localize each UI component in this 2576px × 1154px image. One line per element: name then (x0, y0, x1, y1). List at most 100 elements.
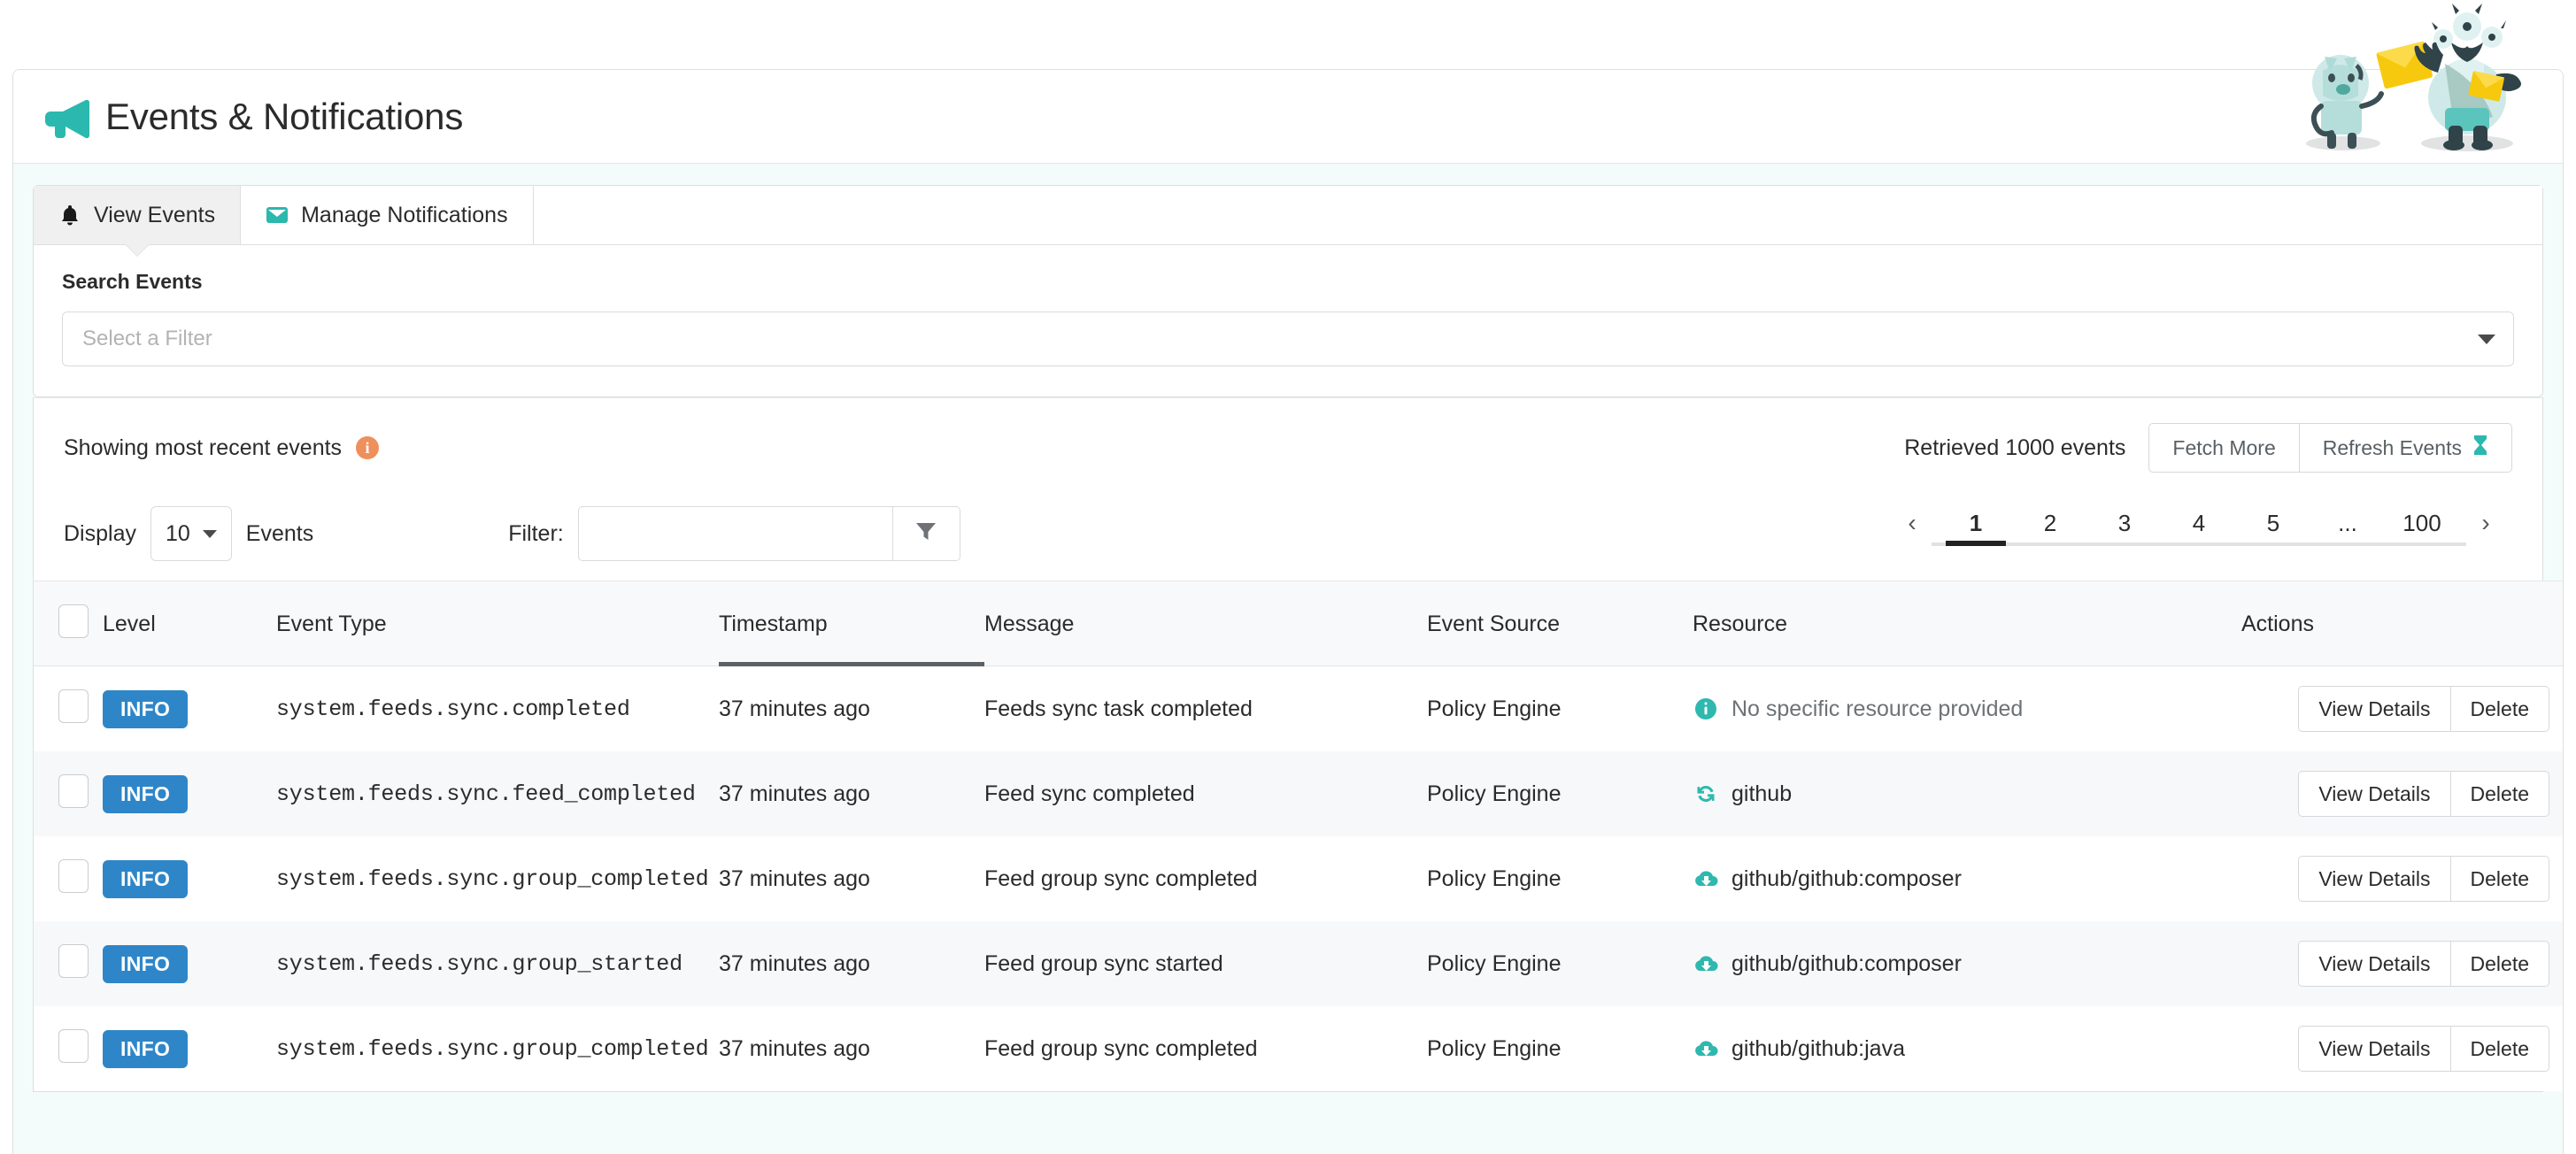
status-badge: INFO (103, 1029, 189, 1068)
status-badge: INFO (103, 689, 189, 728)
header-resource[interactable]: Resource (1693, 581, 2241, 666)
header-event-type[interactable]: Event Type (276, 581, 719, 666)
events-table-head: Level Event Type Timestamp Message Event… (34, 581, 2563, 667)
row-message: Feeds sync task completed (984, 696, 1253, 721)
row-message: Feed group sync completed (984, 1035, 1258, 1061)
info-circle-icon (1693, 696, 1719, 722)
tab-manage-notifications[interactable]: Manage Notifications (241, 186, 534, 244)
sync-icon (1693, 781, 1719, 807)
row-timestamp: 37 minutes ago (719, 866, 870, 891)
pagination-page-2[interactable]: 2 (2013, 510, 2087, 546)
row-message: Feed group sync started (984, 950, 1223, 976)
pagination-page-4[interactable]: 4 (2162, 510, 2236, 546)
row-event-source: Policy Engine (1427, 696, 1562, 721)
cloud-download-icon (1693, 1035, 1719, 1062)
row-resource-cell: github/github:composer (1693, 836, 2241, 921)
filter-group: Filter: (508, 506, 960, 561)
filter-input-wrap (577, 506, 960, 561)
refresh-events-button[interactable]: Refresh Events (2299, 423, 2512, 473)
table-header-row: Level Event Type Timestamp Message Event… (34, 581, 2563, 667)
tab-label: Manage Notifications (301, 202, 508, 227)
filter-label: Filter: (508, 520, 564, 546)
chevron-down-icon (202, 529, 217, 538)
pagination-prev[interactable]: ‹ (1886, 509, 1939, 546)
events-table: Level Event Type Timestamp Message Event… (34, 581, 2563, 1091)
select-all-checkbox[interactable] (58, 604, 89, 638)
retrieved-events-label: Retrieved 1000 events (1904, 435, 2126, 460)
megaphone-icon (43, 95, 91, 139)
row-level-cell: INFO (103, 836, 276, 921)
table-row: INFO system.feeds.sync.group_completed 3… (34, 1006, 2563, 1091)
view-details-button[interactable]: View Details (2298, 1026, 2451, 1072)
showing-events-label: Showing most recent events (64, 435, 343, 460)
view-details-button[interactable]: View Details (2298, 856, 2451, 902)
delete-button[interactable]: Delete (2450, 771, 2549, 817)
status-badge: INFO (103, 859, 189, 898)
hourglass-icon (2472, 435, 2488, 461)
row-level-cell: INFO (103, 1006, 276, 1091)
filter-input[interactable] (577, 506, 893, 561)
row-timestamp: 37 minutes ago (719, 781, 870, 806)
main-card: Events & Notifications View Events Manag… (12, 69, 2564, 1154)
row-checkbox[interactable] (58, 1028, 89, 1063)
header-timestamp[interactable]: Timestamp (719, 581, 984, 667)
row-message: Feed group sync completed (984, 866, 1258, 891)
delete-button[interactable]: Delete (2450, 941, 2549, 987)
view-details-button[interactable]: View Details (2298, 941, 2451, 987)
events-label: Events (245, 520, 314, 546)
page-header: Events & Notifications (13, 70, 2563, 164)
view-details-button[interactable]: View Details (2298, 771, 2451, 817)
results-button-group: Fetch More Refresh Events (2148, 423, 2512, 473)
view-details-button[interactable]: View Details (2298, 686, 2451, 732)
pagination-page-100[interactable]: 100 (2385, 510, 2459, 546)
header-event-source[interactable]: Event Source (1427, 581, 1693, 666)
refresh-events-label: Refresh Events (2322, 435, 2462, 459)
header-select-all (34, 581, 103, 666)
row-level-cell: INFO (103, 666, 276, 752)
row-checkbox[interactable] (58, 689, 89, 723)
row-resource-text: github/github:java (1731, 1035, 1905, 1061)
envelope-icon (266, 204, 289, 227)
header-level[interactable]: Level (103, 581, 276, 666)
row-message: Feed sync completed (984, 781, 1195, 806)
header-message[interactable]: Message (984, 581, 1427, 666)
tab-view-events[interactable]: View Events (34, 186, 242, 244)
results-toolbar: Showing most recent events i Retrieved 1… (34, 397, 2542, 496)
table-row: INFO system.feeds.sync.completed 37 minu… (34, 665, 2563, 752)
status-badge: INFO (103, 774, 189, 813)
row-select-cell (34, 751, 103, 836)
header-actions: Actions (2241, 581, 2563, 666)
row-resource-cell: github (1693, 751, 2241, 836)
pagination-page-5[interactable]: 5 (2236, 510, 2310, 546)
status-badge: INFO (103, 944, 189, 983)
chevron-down-icon (2478, 334, 2495, 344)
row-resource-cell: github/github:java (1693, 1006, 2241, 1091)
row-event-type: system.feeds.sync.group_started (276, 950, 683, 977)
row-event-source: Policy Engine (1427, 950, 1562, 976)
row-actions-cell: View Details Delete (2241, 836, 2563, 921)
row-resource-text: github/github:composer (1731, 950, 1962, 976)
delete-button[interactable]: Delete (2450, 1026, 2549, 1072)
row-checkbox[interactable] (58, 943, 89, 978)
events-table-body: INFO system.feeds.sync.completed 37 minu… (34, 665, 2563, 1091)
row-checkbox[interactable] (58, 858, 89, 893)
row-checkbox[interactable] (58, 773, 89, 808)
filter-select-placeholder: Select a Filter (82, 327, 212, 350)
table-controls: Display 10 Events Filter: ‹ 1 2 3 4 5 ..… (34, 496, 2542, 581)
page-title: Events & Notifications (105, 95, 464, 137)
pagination-next[interactable]: › (2459, 509, 2512, 546)
tab-label: View Events (94, 202, 216, 227)
display-label: Display (64, 520, 136, 546)
row-timestamp: 37 minutes ago (719, 950, 870, 976)
page-size-select[interactable]: 10 (150, 506, 232, 561)
info-circle-icon[interactable]: i (356, 436, 380, 459)
row-resource-text: github (1731, 781, 1793, 806)
pagination-page-3[interactable]: 3 (2087, 510, 2162, 546)
filter-select[interactable]: Select a Filter (62, 312, 2514, 366)
delete-button[interactable]: Delete (2450, 856, 2549, 902)
fetch-more-button[interactable]: Fetch More (2148, 423, 2300, 473)
funnel-filter-button[interactable] (892, 506, 960, 561)
delete-button[interactable]: Delete (2450, 686, 2549, 732)
pagination-page-1[interactable]: 1 (1939, 510, 2013, 546)
row-resource-text: No specific resource provided (1731, 696, 2024, 721)
